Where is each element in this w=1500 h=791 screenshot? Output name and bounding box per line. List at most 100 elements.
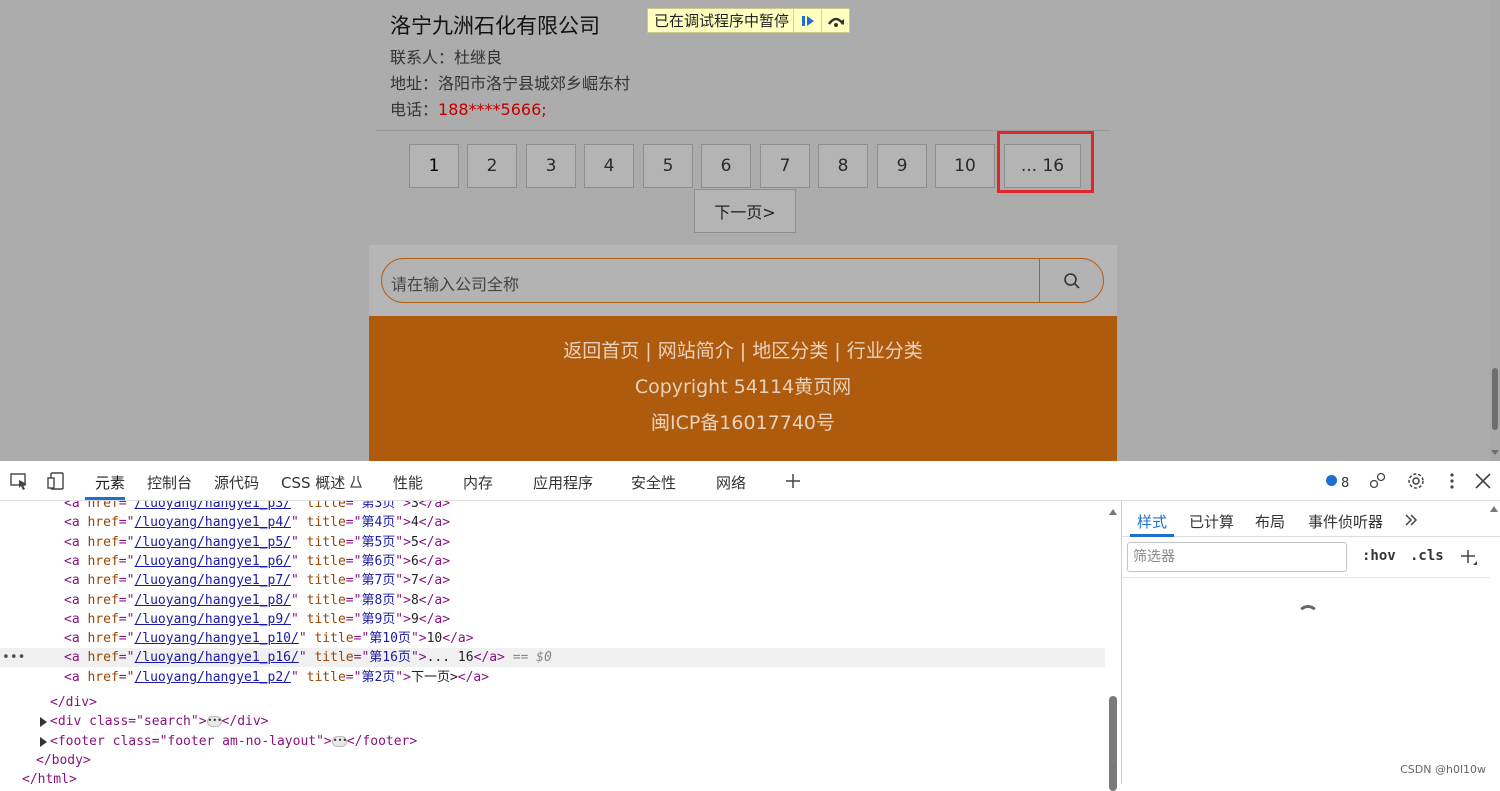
page-scrollbar[interactable] bbox=[1490, 0, 1500, 461]
dom-line-close-html[interactable]: </html> bbox=[0, 770, 1105, 784]
dom-line-close-div[interactable]: </div> bbox=[0, 693, 1105, 712]
scroll-up-arrow-icon[interactable] bbox=[1109, 509, 1117, 515]
attr-quote: " bbox=[291, 593, 307, 608]
dom-line-anchor[interactable]: <a href="/luoyang/hangye1_p2/" title="第2… bbox=[0, 668, 1105, 687]
attr-eq: =" bbox=[118, 535, 135, 550]
dom-line-search-div[interactable]: <div class="search">•••</div> bbox=[0, 712, 1105, 731]
title-value: 第10页 bbox=[369, 631, 411, 646]
attr-quote: " bbox=[291, 573, 307, 588]
attr-eq: =" bbox=[118, 515, 135, 530]
expand-arrow-icon[interactable] bbox=[40, 736, 47, 747]
more-tabs-chevron-icon[interactable] bbox=[1404, 513, 1418, 527]
tab-security[interactable]: 安全性 bbox=[631, 472, 676, 493]
elements-scrollbar[interactable] bbox=[1106, 501, 1120, 791]
dom-line-anchor[interactable]: <a href="/luoyang/hangye1_p8/" title="第8… bbox=[0, 591, 1105, 610]
tab-styles[interactable]: 样式 bbox=[1137, 511, 1167, 532]
tab-computed[interactable]: 已计算 bbox=[1189, 511, 1234, 532]
href-link: /luoyang/hangye1_p16/ bbox=[134, 650, 299, 665]
dom-line-anchor[interactable]: <a href="/luoyang/hangye1_p7/" title="第7… bbox=[0, 571, 1105, 590]
tab-elements[interactable]: 元素 bbox=[95, 472, 125, 493]
search-div-tag: <div class="search"> bbox=[50, 714, 207, 729]
page-link[interactable]: 5 bbox=[643, 144, 693, 188]
anchor-text: 下一页> bbox=[410, 670, 458, 685]
tag-open: <a bbox=[64, 593, 88, 608]
more-options-icon[interactable] bbox=[1442, 471, 1462, 491]
search-icon bbox=[1063, 272, 1080, 289]
search-button[interactable] bbox=[1039, 259, 1103, 302]
attr-name: href bbox=[87, 631, 119, 646]
attr-quote: " bbox=[298, 650, 315, 665]
tab-console[interactable]: 控制台 bbox=[147, 472, 192, 493]
tab-memory[interactable]: 内存 bbox=[463, 472, 493, 493]
attr-eq: =" bbox=[118, 670, 135, 685]
tag-open: <a bbox=[64, 573, 88, 588]
page-link[interactable]: 7 bbox=[760, 144, 810, 188]
dom-line-anchor[interactable]: <a href="/luoyang/hangye1_p16/" title="第… bbox=[0, 648, 1105, 667]
dom-line-anchor[interactable]: <a href="/luoyang/hangye1_p6/" title="第6… bbox=[0, 552, 1105, 571]
page-scrollbar-thumb[interactable] bbox=[1492, 368, 1498, 430]
hover-state-toggle[interactable]: :hov bbox=[1362, 548, 1396, 564]
scroll-down-arrow-icon[interactable] bbox=[1109, 765, 1117, 771]
page-link[interactable]: 4 bbox=[584, 144, 634, 188]
next-page-button[interactable]: 下一页> bbox=[694, 189, 796, 233]
node-actions-ellipsis-icon[interactable]: ••• bbox=[2, 648, 25, 667]
expand-arrow-icon[interactable] bbox=[40, 716, 47, 727]
dom-line-anchor[interactable]: <a href="/luoyang/hangye1_p5/" title="第5… bbox=[0, 533, 1105, 552]
step-over-button[interactable] bbox=[821, 9, 849, 32]
page-link[interactable]: 6 bbox=[701, 144, 751, 188]
tab-event-listeners[interactable]: 事件侦听器 bbox=[1308, 511, 1383, 532]
connections-icon[interactable] bbox=[1368, 471, 1388, 491]
styles-scroll-up-icon[interactable] bbox=[1490, 506, 1498, 512]
attr-name: title bbox=[306, 501, 346, 511]
new-style-rule-icon[interactable] bbox=[1460, 548, 1478, 566]
tag-open: <a bbox=[64, 501, 88, 511]
selected-node-ref: == $0 bbox=[512, 650, 552, 665]
href-link: /luoyang/hangye1_p9/ bbox=[134, 612, 291, 627]
search-section: 请在输入公司全称 bbox=[369, 245, 1117, 316]
collapsed-ellipsis-icon[interactable]: ••• bbox=[331, 736, 347, 747]
scroll-down-arrow-icon[interactable] bbox=[1491, 450, 1499, 455]
attr-name: title bbox=[314, 650, 354, 665]
footer-tag: <footer class="footer am-no-layout"> bbox=[50, 734, 332, 749]
company-name: 洛宁九洲石化有限公司 bbox=[390, 14, 600, 38]
tag-close: </a> bbox=[442, 631, 474, 646]
tab-application[interactable]: 应用程序 bbox=[533, 472, 593, 493]
tab-css-overview[interactable]: CSS 概述 bbox=[281, 472, 362, 493]
dom-line-anchor[interactable]: <a href="/luoyang/hangye1_p10/" title="第… bbox=[0, 629, 1105, 648]
tag-close: </a> bbox=[418, 612, 451, 627]
tab-performance[interactable]: 性能 bbox=[393, 472, 423, 493]
elements-scrollbar-thumb[interactable] bbox=[1109, 696, 1117, 791]
inspect-element-icon[interactable] bbox=[9, 471, 29, 491]
dom-line-close-body[interactable]: </body> bbox=[0, 751, 1105, 770]
close-body-tag: </body> bbox=[36, 753, 91, 768]
device-toolbar-icon[interactable] bbox=[46, 471, 66, 491]
dom-line-anchor[interactable]: <a href="/luoyang/hangye1_p3/" title="第3… bbox=[0, 501, 1105, 513]
page-link[interactable]: 3 bbox=[526, 144, 576, 188]
tab-network[interactable]: 网络 bbox=[716, 472, 746, 493]
styles-divider bbox=[1122, 577, 1490, 578]
issues-count[interactable]: 8 bbox=[1341, 476, 1349, 491]
footer-links[interactable]: 返回首页 | 网站简介 | 地区分类 | 行业分类 bbox=[369, 336, 1117, 363]
dom-line-anchor[interactable]: <a href="/luoyang/hangye1_p4/" title="第4… bbox=[0, 513, 1105, 532]
tab-layout[interactable]: 布局 bbox=[1255, 511, 1285, 532]
attr-name: href bbox=[87, 650, 119, 665]
search-input[interactable]: 请在输入公司全称 bbox=[381, 258, 1104, 303]
close-devtools-icon[interactable] bbox=[1473, 471, 1493, 491]
page-link[interactable]: 2 bbox=[467, 144, 517, 188]
collapsed-ellipsis-icon[interactable]: ••• bbox=[206, 716, 222, 727]
dom-line-footer[interactable]: <footer class="footer am-no-layout">•••<… bbox=[0, 732, 1105, 751]
page-link[interactable]: 10 bbox=[935, 144, 995, 188]
settings-gear-icon[interactable] bbox=[1406, 471, 1426, 491]
issues-icon[interactable] bbox=[1326, 475, 1337, 486]
page-link[interactable]: 9 bbox=[877, 144, 927, 188]
tag-open: <a bbox=[64, 535, 88, 550]
resume-button[interactable] bbox=[793, 9, 821, 32]
add-tab-icon[interactable] bbox=[783, 471, 803, 491]
styles-filter-input[interactable]: 筛选器 bbox=[1127, 542, 1347, 572]
attr-name: href bbox=[87, 535, 119, 550]
class-toggle[interactable]: .cls bbox=[1410, 548, 1444, 564]
page-link[interactable]: 8 bbox=[818, 144, 868, 188]
dom-line-anchor[interactable]: <a href="/luoyang/hangye1_p9/" title="第9… bbox=[0, 610, 1105, 629]
page-link[interactable]: 1 bbox=[409, 144, 459, 188]
tab-sources[interactable]: 源代码 bbox=[214, 472, 259, 493]
